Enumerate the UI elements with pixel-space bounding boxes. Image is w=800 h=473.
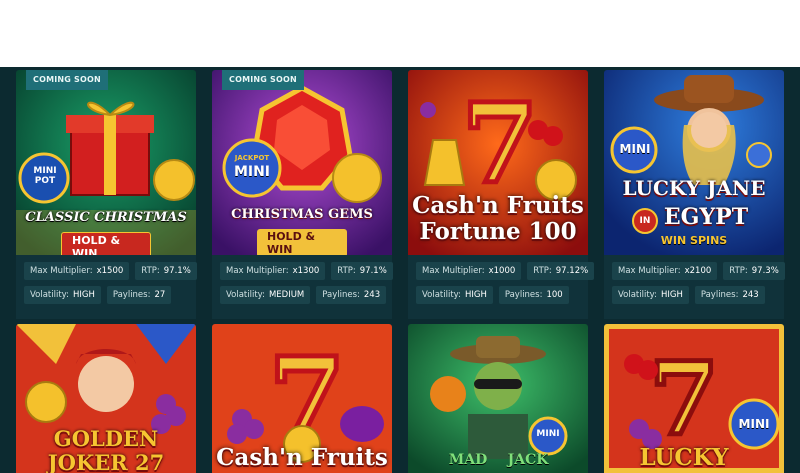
game-feature-tag: HOLD & WIN	[61, 232, 151, 255]
game-title: LUCKY	[639, 444, 729, 471]
game-title: CLASSIC CHRISTMAS	[25, 210, 187, 225]
volatility-pill: Volatility: HIGH	[612, 286, 689, 304]
game-thumbnail[interactable]: 7 Cash'n Fruits Fortune 100	[408, 70, 588, 255]
game-card-classic-christmas[interactable]: COMING SOON MINI POT CLASSIC CHRISTMAS H…	[16, 70, 197, 319]
game-feature-tag: HOLD & WIN	[257, 229, 347, 255]
paylines-pill: Paylines: 27	[106, 286, 172, 304]
game-title: Cash'n Fruits	[412, 192, 584, 219]
game-thumbnail[interactable]: COMING SOON MINI POT CLASSIC CHRISTMAS H…	[16, 70, 196, 255]
classic-christmas-art	[16, 70, 196, 255]
game-thumbnail[interactable]: COMING SOON JACKPOT MINI CHRISTMAS GEMS …	[212, 70, 392, 255]
top-whitespace	[0, 0, 800, 67]
game-thumbnail[interactable]: GOLDEN JOKER 27	[16, 324, 196, 473]
paylines-pill: Paylines: 243	[316, 286, 387, 304]
game-thumbnail[interactable]: 7 MINI LUCKY	[604, 324, 784, 473]
jackpot-badge: MINI	[233, 164, 271, 180]
max-multiplier-pill: Max Multiplier: x1500	[24, 262, 130, 280]
jackpot-badge: MINI	[619, 142, 651, 156]
game-subtitle: JOKER 27	[47, 450, 165, 473]
game-thumbnail[interactable]: MINI LUCKY JANE IN EGYPT WIN SPINS	[604, 70, 784, 255]
volatility-pill: Volatility: HIGH	[24, 286, 101, 304]
jackpot-badge: MINI POT	[33, 166, 57, 186]
paylines-pill: Paylines: 100	[498, 286, 569, 304]
game-card-christmas-gems[interactable]: COMING SOON JACKPOT MINI CHRISTMAS GEMS …	[212, 70, 393, 319]
volatility-pill: Volatility: MEDIUM	[220, 286, 311, 304]
coming-soon-badge: COMING SOON	[26, 70, 108, 90]
game-info: Max Multiplier: x2100 RTP: 97.3% Volatilit…	[604, 255, 785, 319]
paylines-pill: Paylines: 243	[694, 286, 765, 304]
max-multiplier-pill: Max Multiplier: x1000	[416, 262, 522, 280]
game-info: Max Multiplier: x1000 RTP: 97.12% Volatili…	[408, 255, 595, 319]
game-card-lucky-jane-in-egypt[interactable]: MINI LUCKY JANE IN EGYPT WIN SPINS Max M…	[604, 70, 785, 319]
rtp-pill: RTP: 97.3%	[723, 262, 785, 280]
christmas-gems-art	[212, 70, 392, 255]
game-subtitle: Fortune 100	[419, 218, 577, 245]
jackpot-top-label: JACKPOT	[234, 154, 270, 162]
mad-jack-art	[408, 324, 588, 473]
game-subtitle: JACK	[507, 452, 549, 468]
game-card-mad-jack[interactable]: MINI MAD JACK	[408, 324, 588, 473]
game-title: LUCKY JANE	[622, 176, 766, 200]
volatility-pill: Volatility: HIGH	[416, 286, 493, 304]
jackpot-badge: MINI	[738, 417, 770, 431]
game-title: GOLDEN	[53, 426, 159, 451]
game-thumbnail[interactable]: 7 Cash'n Fruits	[212, 324, 392, 473]
jackpot-badge: MINI	[536, 429, 560, 439]
game-card-lucky[interactable]: 7 MINI LUCKY	[604, 324, 784, 473]
game-title: CHRISTMAS GEMS	[231, 207, 373, 222]
games-grid: COMING SOON MINI POT CLASSIC CHRISTMAS H…	[0, 67, 800, 473]
game-info: Max Multiplier: x1300 RTP: 97.1% Volatilit…	[212, 255, 393, 319]
game-card-golden-joker-27[interactable]: GOLDEN JOKER 27	[16, 324, 196, 473]
game-card-cashn-fruits-fortune-100[interactable]: 7 Cash'n Fruits Fortune 100 Max Multipli…	[408, 70, 595, 319]
game-subtitle: EGYPT	[663, 204, 749, 230]
max-multiplier-pill: Max Multiplier: x1300	[220, 262, 326, 280]
svg-text:7: 7	[462, 79, 539, 208]
rtp-pill: RTP: 97.1%	[331, 262, 393, 280]
coming-soon-badge: COMING SOON	[222, 70, 304, 90]
max-multiplier-pill: Max Multiplier: x2100	[612, 262, 718, 280]
game-title: Cash'n Fruits	[216, 444, 388, 471]
game-feature-tag: WIN SPINS	[660, 234, 728, 247]
game-info: Max Multiplier: x1500 RTP: 97.1% Volatilit…	[16, 255, 197, 319]
game-card-cashn-fruits[interactable]: 7 Cash'n Fruits	[212, 324, 392, 473]
game-thumbnail[interactable]: MINI MAD JACK	[408, 324, 588, 473]
rtp-pill: RTP: 97.1%	[135, 262, 197, 280]
rtp-pill: RTP: 97.12%	[527, 262, 595, 280]
